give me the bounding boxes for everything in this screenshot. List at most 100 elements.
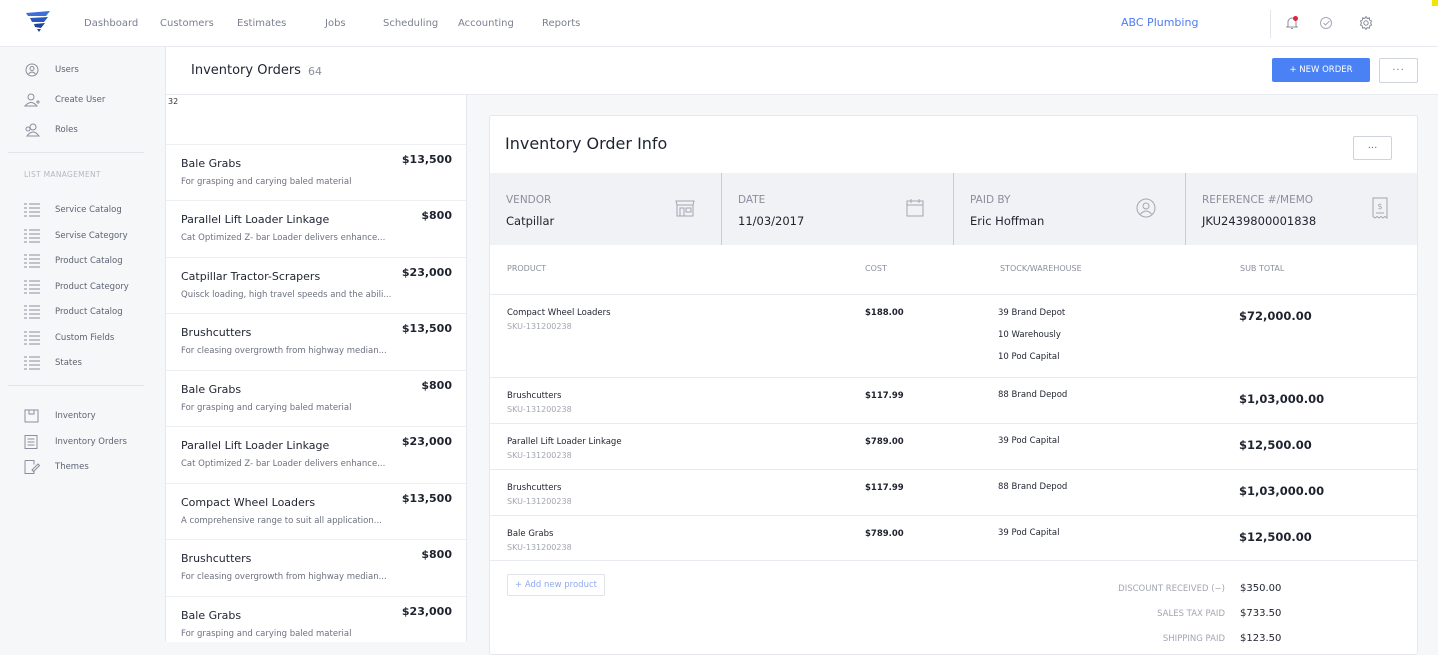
sidebar-item-label: Users: [55, 65, 79, 75]
discount-label: DISCOUNT RECEIVED (−): [1118, 584, 1225, 594]
nav-estimates[interactable]: Estimates: [237, 18, 325, 29]
list-icon: [24, 280, 40, 294]
sidebar-item-users[interactable]: Users: [24, 63, 79, 77]
product-sku: SKU-131200238: [507, 451, 572, 460]
sales-tax-label: SALES TAX PAID: [1157, 609, 1225, 619]
table-row[interactable]: Brushcutters SKU-131200238 $117.99 88 Br…: [490, 469, 1417, 515]
sidebar-item-service-catalog[interactable]: Service Catalog: [24, 203, 122, 217]
date-cell: DATE 11/03/2017: [722, 173, 954, 245]
sidebar-item-service-category[interactable]: Servise Category: [24, 229, 128, 243]
sidebar-item-inventory[interactable]: Inventory: [24, 409, 96, 423]
list-item[interactable]: Bale Grabs $800 For grasping and carying…: [166, 370, 466, 427]
col-stock: STOCK/WAREHOUSE: [1000, 264, 1082, 273]
logo-icon[interactable]: [24, 10, 52, 32]
item-description: Quisck loading, high travel speeds and t…: [181, 290, 392, 300]
list-icon: [24, 331, 40, 345]
divider: [1270, 10, 1271, 38]
item-price: $13,500: [401, 322, 452, 335]
receipt-icon: $: [1372, 197, 1388, 219]
nav-accounting[interactable]: Accounting: [458, 18, 542, 29]
stock-entry: 39 Pod Capital: [998, 436, 1060, 446]
product-name: Bale Grabs: [507, 529, 554, 539]
table-row[interactable]: Bale Grabs SKU-131200238 $789.00 39 Pod …: [490, 515, 1417, 561]
table-row[interactable]: Parallel Lift Loader Linkage SKU-1312002…: [490, 423, 1417, 469]
list-item[interactable]: Parallel Lift Loader Linkage $800 Cat Op…: [166, 200, 466, 257]
reference-value: JKU2439800001838: [1202, 214, 1317, 228]
sidebar-item-label: Roles: [55, 125, 78, 135]
item-price: $13,500: [401, 492, 452, 505]
col-cost: COST: [865, 264, 887, 273]
stock-entry: 39 Brand Depot: [998, 308, 1066, 318]
nav-scheduling[interactable]: Scheduling: [383, 18, 458, 29]
item-price: $800: [421, 379, 452, 392]
sidebar-item-label: Product Category: [55, 282, 129, 292]
item-description: For grasping and carying baled material: [181, 629, 352, 639]
stock-entry: 88 Brand Depod: [998, 482, 1068, 492]
nav-dashboard[interactable]: Dashboard: [84, 18, 160, 29]
list-icon: [24, 254, 40, 268]
user-icon: [25, 63, 39, 77]
nav-reports[interactable]: Reports: [542, 18, 602, 29]
product-name: Compact Wheel Loaders: [507, 308, 611, 318]
box-icon: [24, 409, 39, 423]
col-product: PRODUCT: [507, 264, 547, 273]
row-subtotal: $12,500.00: [1239, 438, 1312, 452]
item-name: Bale Grabs: [181, 383, 242, 396]
list-item[interactable]: Compact Wheel Loaders $13,500 A comprehe…: [166, 483, 466, 540]
list-management-heading: LIST MANAGEMENT: [24, 170, 101, 179]
page-title: Inventory Orders: [191, 63, 301, 78]
item-name: Bale Grabs: [181, 157, 242, 170]
nav-jobs[interactable]: Jobs: [325, 18, 383, 29]
sidebar-item-themes[interactable]: Themes: [24, 460, 89, 474]
table-row[interactable]: Brushcutters SKU-131200238 $117.99 88 Br…: [490, 377, 1417, 423]
sidebar-item-product-catalog-2[interactable]: Product Catalog: [24, 305, 123, 319]
list-icon: [24, 229, 40, 243]
more-options-button[interactable]: ···: [1379, 58, 1418, 83]
list-item[interactable]: Brushcutters $800 For cleasing overgrowt…: [166, 539, 466, 596]
sidebar-item-label: Create User: [55, 95, 106, 105]
reference-cell: REFERENCE #/MEMO JKU2439800001838 $: [1186, 173, 1417, 245]
list-item[interactable]: Catpillar Tractor-Scrapers $23,000 Quisc…: [166, 257, 466, 314]
vendor-label: VENDOR: [506, 194, 552, 206]
product-cost: $188.00: [865, 308, 904, 318]
bell-icon[interactable]: [1284, 15, 1300, 31]
company-name[interactable]: ABC Plumbing: [1121, 16, 1198, 29]
list-item[interactable]: Brushcutters $13,500 For cleasing overgr…: [166, 313, 466, 370]
shipping-label: SHIPPING PAID: [1162, 634, 1225, 644]
reference-label: REFERENCE #/MEMO: [1202, 194, 1314, 206]
date-label: DATE: [738, 194, 766, 206]
sidebar-item-product-catalog[interactable]: Product Catalog: [24, 254, 123, 268]
main-nav: Dashboard Customers Estimates Jobs Sched…: [84, 0, 602, 47]
sidebar-item-roles[interactable]: Roles: [24, 123, 78, 137]
sidebar-item-product-category[interactable]: Product Category: [24, 280, 129, 294]
sidebar-item-create-user[interactable]: Create User: [24, 93, 105, 107]
sidebar-divider: [8, 385, 144, 386]
sidebar-item-label: Product Catalog: [55, 256, 123, 266]
sidebar-item-states[interactable]: States: [24, 356, 82, 370]
table-row[interactable]: Compact Wheel Loaders SKU-131200238 $188…: [490, 294, 1417, 377]
product-sku: SKU-131200238: [507, 405, 572, 414]
product-cost: $789.00: [865, 437, 904, 447]
list-icon: [24, 305, 40, 319]
row-subtotal: $12,500.00: [1239, 530, 1312, 544]
item-name: Brushcutters: [181, 326, 252, 339]
list-item[interactable]: Bale Grabs $23,000 For grasping and cary…: [166, 596, 466, 653]
add-product-button[interactable]: + Add new product: [507, 574, 605, 596]
check-circle-icon[interactable]: [1318, 15, 1334, 31]
item-description: For grasping and carying baled material: [181, 403, 352, 413]
new-order-button[interactable]: + NEW ORDER: [1272, 58, 1370, 82]
sidebar-item-label: Inventory Orders: [55, 437, 127, 447]
item-name: Compact Wheel Loaders: [181, 496, 316, 509]
list-item[interactable]: Parallel Lift Loader Linkage $23,000 Cat…: [166, 426, 466, 483]
sidebar-item-inventory-orders[interactable]: Inventory Orders: [24, 435, 127, 449]
top-bar: Dashboard Customers Estimates Jobs Sched…: [0, 0, 1438, 47]
order-detail-card: Inventory Order Info ··· VENDOR Catpilla…: [489, 115, 1418, 655]
product-cost: $117.99: [865, 483, 904, 493]
list-item[interactable]: Bale Grabs $13,500 For grasping and cary…: [166, 144, 466, 201]
user-add-icon: [24, 93, 40, 107]
detail-more-button[interactable]: ···: [1353, 136, 1392, 160]
sidebar-item-custom-fields[interactable]: Custom Fields: [24, 331, 114, 345]
nav-customers[interactable]: Customers: [160, 18, 237, 29]
gear-icon[interactable]: [1358, 15, 1374, 31]
corner-marker: [1432, 0, 1438, 6]
